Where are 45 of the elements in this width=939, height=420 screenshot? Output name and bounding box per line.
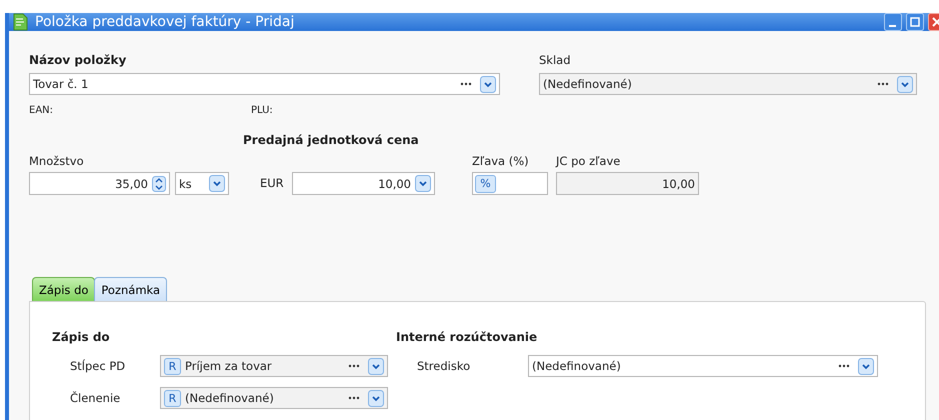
price-field[interactable]: 10,00 xyxy=(292,172,435,195)
field-label: JC po zľave xyxy=(556,154,622,169)
section-heading: Interné rozúčtovanie xyxy=(396,330,538,345)
more-icon[interactable] xyxy=(877,82,889,86)
prefix-badge[interactable]: R xyxy=(164,390,181,406)
currency-label: EUR xyxy=(260,175,285,192)
field-label: Množstvo xyxy=(29,154,85,169)
field-label: Stredisko xyxy=(417,358,472,374)
dropdown-button[interactable] xyxy=(209,175,225,192)
maximize-button[interactable] xyxy=(906,13,924,31)
more-icon[interactable] xyxy=(348,396,360,400)
discounted-price-field: 10,00 xyxy=(556,172,699,195)
plu-label: PLU: xyxy=(251,104,273,118)
more-icon[interactable] xyxy=(838,364,850,368)
spinner-icon[interactable] xyxy=(152,176,166,192)
warehouse-field[interactable]: (Nedefinované) xyxy=(539,73,917,95)
window-title: Položka preddavkovej faktúry - Pridaj xyxy=(35,14,296,30)
tab[interactable]: Zápis do xyxy=(32,277,96,301)
field-label: Stĺpec PD xyxy=(70,358,126,374)
dropdown-button[interactable] xyxy=(415,175,431,192)
dropdown-button[interactable] xyxy=(368,390,384,406)
combo-field[interactable]: R Príjem za tovar xyxy=(160,355,388,377)
quantity-field[interactable]: 35,00 xyxy=(29,172,170,195)
dropdown-button[interactable] xyxy=(897,76,913,92)
combo-field[interactable]: R (Nedefinované) xyxy=(160,387,388,409)
field-label: Názov položky xyxy=(29,53,128,68)
dropdown-button[interactable] xyxy=(368,358,384,374)
section-heading: Zápis do xyxy=(52,330,111,345)
prefix-badge[interactable]: R xyxy=(164,358,181,374)
item-name-field[interactable]: Tovar č. 1 xyxy=(29,73,500,95)
minimize-button[interactable] xyxy=(884,13,902,31)
dropdown-button[interactable] xyxy=(480,76,496,92)
field-label: Sklad xyxy=(539,53,572,68)
section-heading: Predajná jednotková cena xyxy=(243,133,419,148)
dropdown-button[interactable] xyxy=(858,358,874,374)
field-label: Členenie xyxy=(70,390,122,406)
more-icon[interactable] xyxy=(460,82,472,86)
more-icon[interactable] xyxy=(348,364,360,368)
tab[interactable]: Poznámka xyxy=(94,277,168,301)
percent-button[interactable]: % xyxy=(475,174,496,192)
combo-field[interactable]: (Nedefinované) xyxy=(528,355,878,377)
field-label: Zľava (%) xyxy=(472,154,530,169)
discount-field[interactable]: % xyxy=(472,172,548,195)
unit-field[interactable]: ks xyxy=(175,172,229,195)
ean-label: EAN: xyxy=(29,104,54,118)
